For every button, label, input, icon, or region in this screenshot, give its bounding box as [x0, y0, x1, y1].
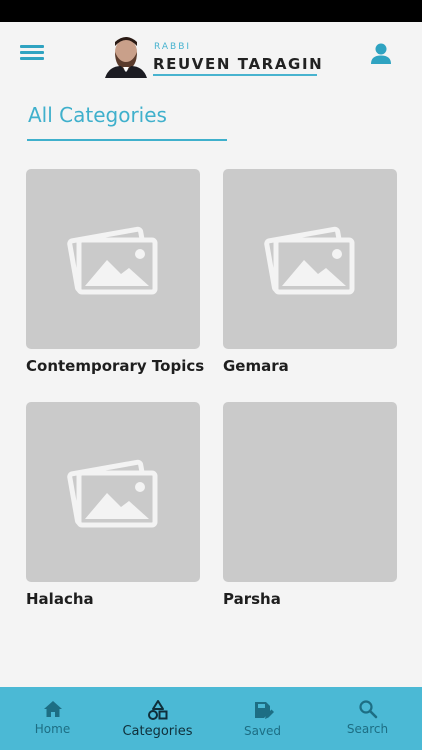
saved-icon — [254, 702, 274, 719]
tab-label: Categories — [122, 724, 193, 739]
menu-button[interactable] — [20, 42, 44, 66]
tab-categories[interactable]: Categories — [105, 687, 210, 750]
category-card-contemporary-topics[interactable]: Contemporary Topics — [26, 169, 205, 375]
category-thumbnail — [223, 402, 397, 582]
logo-subtitle: RABBI — [154, 42, 192, 52]
categories-icon — [147, 700, 167, 720]
category-label: Gemara — [223, 357, 289, 375]
category-thumbnail — [26, 169, 200, 349]
image-placeholder-icon — [67, 226, 158, 295]
category-thumbnail — [26, 402, 200, 582]
image-placeholder-icon — [67, 459, 158, 528]
logo: RABBI REUVEN TARAGIN — [103, 36, 323, 80]
app-header: RABBI REUVEN TARAGIN — [0, 22, 422, 88]
logo-title: REUVEN TARAGIN — [153, 55, 324, 73]
user-icon — [371, 43, 391, 64]
tab-label: Search — [346, 722, 389, 736]
image-placeholder-icon — [264, 226, 355, 295]
category-card-gemara[interactable]: Gemara — [223, 169, 397, 375]
search-icon — [358, 700, 377, 719]
logo-portrait — [103, 36, 149, 78]
tab-saved[interactable]: Saved — [210, 687, 315, 750]
user-profile-button[interactable] — [370, 42, 392, 66]
tab-home[interactable]: Home — [0, 687, 105, 750]
category-label: Halacha — [26, 590, 94, 608]
tab-label: Saved — [243, 724, 282, 738]
category-label: Contemporary Topics — [26, 357, 205, 375]
tab-label: Home — [34, 722, 71, 736]
status-bar — [0, 0, 422, 22]
category-card-parsha[interactable]: Parsha — [223, 402, 397, 608]
tab-search[interactable]: Search — [315, 687, 420, 750]
home-icon — [43, 701, 62, 717]
category-label: Parsha — [223, 590, 281, 608]
page-title-underline — [27, 139, 227, 141]
bottom-tab-bar: Home Categories Saved Search — [0, 687, 422, 750]
category-card-halacha[interactable]: Halacha — [26, 402, 200, 608]
category-thumbnail — [223, 169, 397, 349]
logo-underline — [153, 74, 317, 76]
page-title: All Categories — [28, 103, 167, 127]
